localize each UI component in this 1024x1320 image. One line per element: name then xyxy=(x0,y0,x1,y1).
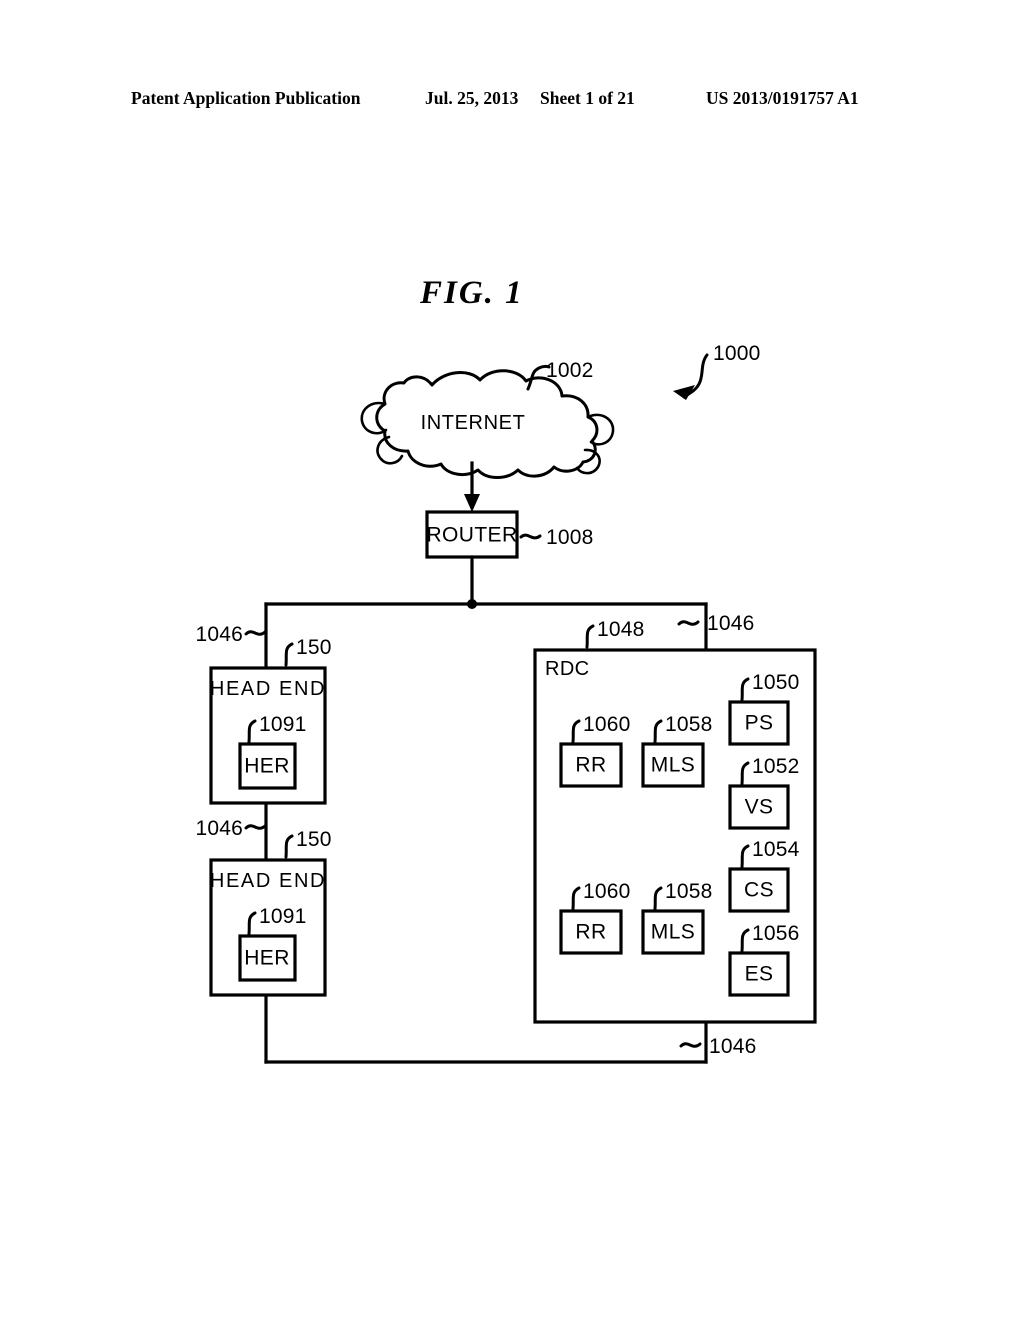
rdc-component-es: ES xyxy=(728,951,790,997)
ref-label-1046-top-left: 1046 xyxy=(195,623,243,646)
ref-label-1056: 1056 xyxy=(752,922,800,945)
rdc-label-vs: VS xyxy=(745,796,774,819)
ref-label-1091-1: 1091 xyxy=(259,713,307,736)
ref-label-1046-bottom: 1046 xyxy=(709,1035,757,1058)
rdc-label-mls-1: MLS xyxy=(651,754,695,777)
her-label-1: HER xyxy=(244,755,290,778)
rdc-label-mls-2: MLS xyxy=(651,921,695,944)
ref-label-1000: 1000 xyxy=(713,342,761,365)
rdc-component-rr-2: RR xyxy=(559,909,623,955)
rdc-label-es: ES xyxy=(745,963,774,986)
ref-label-1048: 1048 xyxy=(597,618,645,641)
ref-label-1002: 1002 xyxy=(546,359,594,382)
ref-label-1058-1: 1058 xyxy=(665,713,713,736)
ref-label-1060-2: 1060 xyxy=(583,880,631,903)
reference-1046-bottom: 1046 xyxy=(679,1035,757,1058)
reference-1046-mid-left: 1046 xyxy=(195,817,267,840)
rdc-component-vs: VS xyxy=(728,784,790,830)
patent-page: Patent Application Publication Jul. 25, … xyxy=(0,0,1024,1320)
reference-1048: 1048 xyxy=(585,618,645,649)
head-end-label-2: HEAD END xyxy=(210,870,326,892)
head-end-label-1: HEAD END xyxy=(210,678,326,700)
figure-title: FIG. 1 xyxy=(419,275,524,311)
rdc-component-rr-1: RR xyxy=(559,742,623,788)
ref-label-1050: 1050 xyxy=(752,671,800,694)
rdc-label-rr-1: RR xyxy=(575,754,606,777)
reference-150-head-end-2: 150 xyxy=(284,828,332,859)
router-node: ROUTER xyxy=(425,510,519,559)
rdc-label-rr-2: RR xyxy=(575,921,606,944)
rdc-component-ps: PS xyxy=(728,700,790,746)
reference-1046-top-right: 1046 xyxy=(677,612,755,635)
reference-1008: 1008 xyxy=(519,526,594,549)
ref-label-1046-mid-left: 1046 xyxy=(195,817,243,840)
ref-label-1058-2: 1058 xyxy=(665,880,713,903)
rdc-label-cs: CS xyxy=(744,879,774,902)
ref-label-1060-1: 1060 xyxy=(583,713,631,736)
ref-label-1054: 1054 xyxy=(752,838,800,861)
internet-cloud: INTERNET xyxy=(360,369,615,479)
rdc-component-mls-2: MLS xyxy=(641,909,705,955)
rdc-label: RDC xyxy=(545,658,590,680)
reference-1046-top-left: 1046 xyxy=(195,623,267,646)
system-reference-1000: 1000 xyxy=(673,342,761,400)
rdc-label-ps: PS xyxy=(745,712,774,735)
ref-label-150-2: 150 xyxy=(296,828,332,851)
reference-150-head-end-1: 150 xyxy=(284,636,332,667)
her-label-2: HER xyxy=(244,947,290,970)
ref-label-1052: 1052 xyxy=(752,755,800,778)
ref-label-1091-2: 1091 xyxy=(259,905,307,928)
ref-label-1046-top-right: 1046 xyxy=(707,612,755,635)
cloud-label: INTERNET xyxy=(421,412,526,434)
router-label: ROUTER xyxy=(426,524,517,547)
rdc-component-cs: CS xyxy=(728,867,790,913)
figure-1-diagram: FIG. 1 1000 INTERNET 1002 ROUTER 1008 10… xyxy=(0,0,1024,1320)
ref-label-150-1: 150 xyxy=(296,636,332,659)
ref-label-1008: 1008 xyxy=(546,526,594,549)
rdc-component-mls-1: MLS xyxy=(641,742,705,788)
